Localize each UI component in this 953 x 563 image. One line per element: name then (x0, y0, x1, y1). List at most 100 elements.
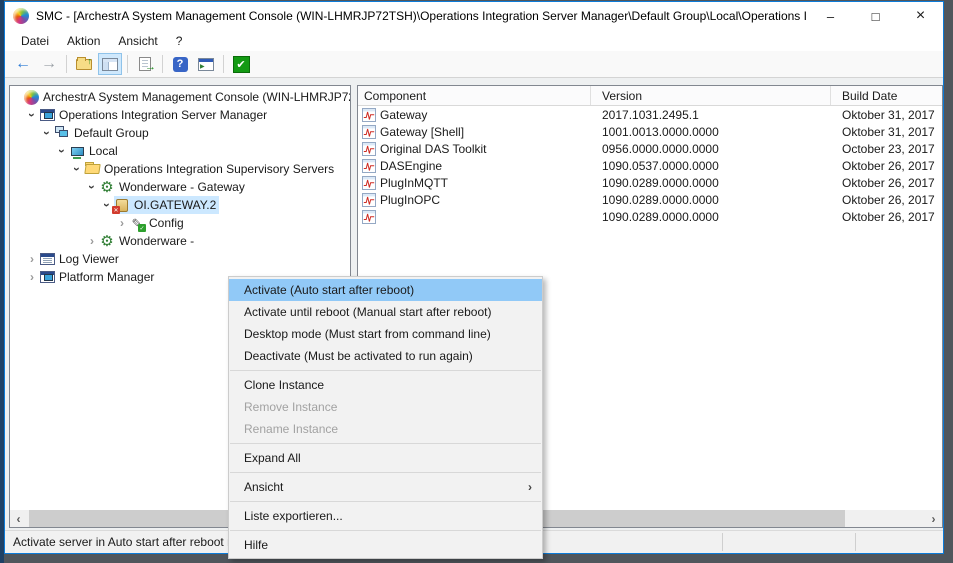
component-name: PlugInMQTT (380, 176, 448, 190)
tree-item-operations-integration-server-manager[interactable]: Operations Integration Server Manager (10, 106, 350, 124)
component-version: 0956.0000.0000.0000 (591, 142, 831, 156)
tree-item-console-root[interactable]: ArchestrA System Management Console (WIN… (10, 88, 350, 106)
export-list-icon[interactable] (133, 53, 157, 75)
gear-icon (99, 233, 115, 249)
chevron-expanded-icon[interactable] (85, 179, 99, 195)
component-build-date: Oktober 26, 2017 (831, 176, 942, 190)
up-one-level-icon[interactable] (72, 53, 96, 75)
list-header: Component Version Build Date (358, 86, 942, 106)
menu-item-ansicht[interactable]: Ansicht› (229, 476, 542, 498)
chevron-collapsed-icon[interactable] (25, 269, 39, 285)
menu-datei[interactable]: Datei (12, 32, 58, 50)
tree-item-label: ArchestrA System Management Console (WIN… (39, 90, 350, 104)
column-header-version[interactable]: Version (591, 86, 831, 105)
menu-aktion[interactable]: Aktion (58, 32, 109, 50)
tree-item-default-group[interactable]: Default Group (10, 124, 350, 142)
list-row-gateway-shell[interactable]: Gateway [Shell] 1001.0013.0000.0000 Okto… (358, 123, 942, 140)
menu-separator (230, 443, 541, 444)
component-build-date: Oktober 31, 2017 (831, 125, 942, 139)
component-version: 1090.0537.0000.0000 (591, 159, 831, 173)
scroll-right-icon[interactable]: › (925, 510, 942, 527)
list-row-original-das-toolkit[interactable]: Original DAS Toolkit 0956.0000.0000.0000… (358, 140, 942, 157)
list-row-pluginopc[interactable]: PlugInOPC 1090.0289.0000.0000 Oktober 26… (358, 191, 942, 208)
component-build-date: Oktober 31, 2017 (831, 108, 942, 122)
toolbar-separator (66, 55, 67, 73)
menu-separator (230, 501, 541, 502)
component-name: Original DAS Toolkit (380, 142, 487, 156)
toolbar-separator (223, 55, 224, 73)
computer-icon (69, 143, 85, 159)
menu-item-desktop-mode[interactable]: Desktop mode (Must start from command li… (229, 323, 542, 345)
column-header-build-date[interactable]: Build Date (831, 86, 942, 105)
column-header-component[interactable]: Component (358, 86, 591, 105)
submenu-arrow-icon: › (528, 476, 532, 498)
menu-item-clone-instance[interactable]: Clone Instance (229, 374, 542, 396)
menu-help[interactable]: ? (167, 32, 192, 50)
menu-item-activate[interactable]: Activate (Auto start after reboot) (229, 279, 542, 301)
show-action-pane-icon[interactable] (194, 53, 218, 75)
maximize-button[interactable]: □ (853, 2, 898, 30)
close-button[interactable]: × (898, 2, 943, 30)
back-icon[interactable]: ← (11, 53, 35, 75)
tree-item-oi-gateway-2[interactable]: ✕ OI.GATEWAY.2 (10, 196, 350, 214)
tree-item-log-viewer[interactable]: Log Viewer (10, 250, 350, 268)
tree-item-local[interactable]: Local (10, 142, 350, 160)
chevron-expanded-icon[interactable] (40, 125, 54, 141)
menu-item-hilfe[interactable]: Hilfe (229, 534, 542, 556)
chevron-expanded-icon[interactable] (70, 161, 84, 177)
toolbar-separator (162, 55, 163, 73)
component-name: DASEngine (380, 159, 442, 173)
archestra-logo-icon (24, 90, 39, 105)
component-icon (362, 125, 376, 139)
menu-ansicht[interactable]: Ansicht (109, 32, 166, 50)
tree-item-wonderware-2[interactable]: Wonderware - (10, 232, 350, 250)
component-name: PlugInOPC (380, 193, 440, 207)
menu-separator (230, 530, 541, 531)
help-icon[interactable]: ? (168, 53, 192, 75)
chevron-expanded-icon[interactable] (55, 143, 69, 159)
tree-item-label: Config (145, 216, 184, 230)
component-icon (362, 176, 376, 190)
component-icon (362, 159, 376, 173)
tree-item-config[interactable]: ✓ Config (10, 214, 350, 232)
show-console-tree-icon[interactable] (98, 53, 122, 75)
tree-item-label: Platform Manager (55, 270, 154, 284)
component-build-date: Oktober 26, 2017 (831, 210, 942, 224)
toolbar: ← → ? ✔ (5, 51, 943, 78)
component-build-date: October 23, 2017 (831, 142, 942, 156)
chevron-collapsed-icon[interactable] (115, 215, 129, 231)
smc-window: SMC - [ArchestrA System Management Conso… (4, 1, 944, 554)
scroll-left-icon[interactable]: ‹ (10, 510, 27, 527)
menu-item-liste-exportieren[interactable]: Liste exportieren... (229, 505, 542, 527)
menu-item-expand-all[interactable]: Expand All (229, 447, 542, 469)
title-bar[interactable]: SMC - [ArchestrA System Management Conso… (5, 2, 943, 30)
component-name: Gateway (380, 108, 427, 122)
configuration-pencil-icon: ✓ (129, 215, 145, 231)
list-row-pluginmqtt[interactable]: PlugInMQTT 1090.0289.0000.0000 Oktober 2… (358, 174, 942, 191)
chevron-collapsed-icon[interactable] (25, 251, 39, 267)
status-text: Activate server in Auto start after rebo… (5, 535, 257, 549)
minimize-button[interactable]: – (808, 2, 853, 30)
component-version: 1090.0289.0000.0000 (591, 176, 831, 190)
log-viewer-window-icon (39, 251, 55, 267)
tree-item-supervisory-servers[interactable]: Operations Integration Supervisory Serve… (10, 160, 350, 178)
menu-item-activate-until-reboot[interactable]: Activate until reboot (Manual start afte… (229, 301, 542, 323)
forward-icon[interactable]: → (37, 53, 61, 75)
menu-item-deactivate[interactable]: Deactivate (Must be activated to run aga… (229, 345, 542, 367)
tree-item-label: Local (85, 144, 118, 158)
component-build-date: Oktober 26, 2017 (831, 193, 942, 207)
menu-item-remove-instance: Remove Instance (229, 396, 542, 418)
window-title: SMC - [ArchestrA System Management Conso… (36, 9, 808, 23)
list-row-dasengine[interactable]: DASEngine 1090.0537.0000.0000 Oktober 26… (358, 157, 942, 174)
menu-separator (230, 472, 541, 473)
list-row-hidden-by-menu[interactable]: 1090.0289.0000.0000 Oktober 26, 2017 (358, 208, 942, 225)
chevron-collapsed-icon[interactable] (85, 233, 99, 249)
list-row-gateway[interactable]: Gateway 2017.1031.2495.1 Oktober 31, 201… (358, 106, 942, 123)
menu-bar: Datei Aktion Ansicht ? (5, 30, 943, 51)
tree-item-wonderware-gateway[interactable]: Wonderware - Gateway (10, 178, 350, 196)
chevron-expanded-icon[interactable] (25, 107, 39, 123)
validate-icon[interactable]: ✔ (229, 53, 253, 75)
context-menu: Activate (Auto start after reboot) Activ… (228, 276, 543, 559)
gear-icon (99, 179, 115, 195)
computer-group-icon (54, 125, 70, 141)
